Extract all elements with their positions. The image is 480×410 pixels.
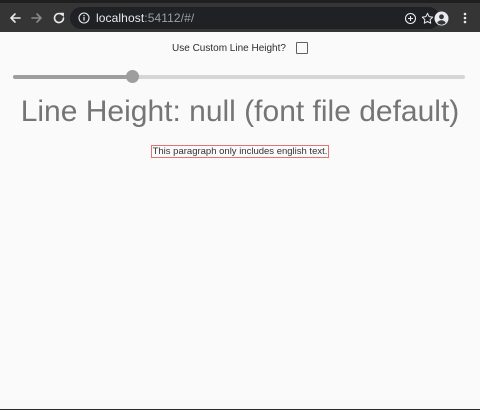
account-icon — [434, 11, 448, 25]
page-content: Use Custom Line Height? Line Height: nul… — [0, 32, 480, 409]
custom-line-height-label: Use Custom Line Height? — [172, 42, 286, 54]
slider-active-track — [13, 75, 133, 79]
more-vert-icon — [463, 12, 467, 24]
sample-paragraph: This paragraph only includes english tex… — [150, 145, 330, 158]
browser-toolbar: localhost:54112/#/ — [0, 3, 480, 32]
url-text[interactable]: localhost:54112/#/ — [96, 11, 404, 25]
arrow-right-icon — [31, 12, 42, 23]
menu-button[interactable] — [454, 7, 476, 29]
profile-button[interactable] — [430, 7, 452, 29]
slider-thumb[interactable] — [126, 70, 140, 83]
custom-line-height-row: Use Custom Line Height? — [0, 40, 480, 56]
browser-window: localhost:54112/#/ Use Custom Line Heigh… — [0, 0, 480, 410]
line-height-slider[interactable] — [13, 70, 465, 84]
forward-button[interactable] — [26, 7, 48, 29]
info-icon[interactable] — [78, 12, 90, 24]
back-button[interactable] — [4, 7, 26, 29]
arrow-left-icon — [10, 12, 21, 23]
paragraph-container: This paragraph only includes english tex… — [0, 145, 480, 158]
line-height-heading: Line Height: null (font file default) — [20, 95, 460, 128]
zoom-icon[interactable] — [404, 12, 417, 25]
address-bar[interactable]: localhost:54112/#/ — [70, 7, 440, 29]
reload-icon — [53, 12, 65, 23]
url-host: localhost — [96, 11, 145, 25]
custom-line-height-checkbox[interactable] — [295, 42, 308, 54]
reload-button[interactable] — [48, 7, 70, 29]
url-path: :54112/#/ — [144, 11, 195, 25]
